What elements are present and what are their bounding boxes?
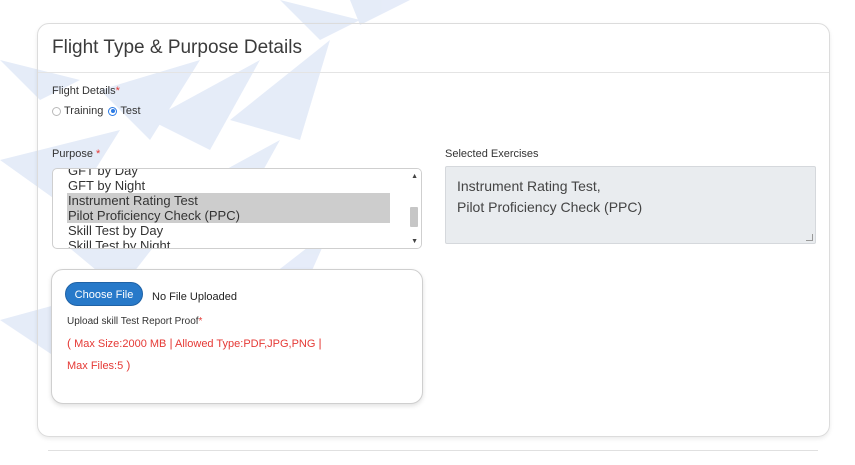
training-radio-label[interactable]: Training bbox=[64, 105, 103, 117]
max-files-text: Max Files:5 bbox=[67, 360, 124, 372]
listbox-scrollbar[interactable]: ▲ ▼ bbox=[407, 169, 421, 248]
required-mark: * bbox=[96, 148, 101, 160]
flight-type-purpose-card: Flight Type & Purpose Details Flight Det… bbox=[37, 23, 830, 437]
scroll-down-arrow-icon[interactable]: ▼ bbox=[411, 238, 418, 245]
purpose-option-skill-night[interactable]: Skill Test by Night bbox=[68, 238, 170, 248]
scroll-up-arrow-icon[interactable]: ▲ bbox=[411, 173, 418, 180]
test-radio-label[interactable]: Test bbox=[120, 105, 140, 117]
purpose-option-instrument-rating[interactable]: Instrument Rating Test bbox=[67, 193, 390, 208]
selected-exercise-line: Pilot Proficiency Check (PPC) bbox=[457, 199, 643, 215]
selected-exercise-line: Instrument Rating Test, bbox=[457, 178, 601, 194]
required-mark: * bbox=[198, 316, 203, 327]
section-divider bbox=[48, 450, 818, 451]
purpose-option-gft-night[interactable]: GFT by Night bbox=[68, 178, 145, 193]
resize-handle-icon[interactable] bbox=[806, 234, 813, 241]
page-title: Flight Type & Purpose Details bbox=[52, 37, 302, 58]
max-size-text: Max Size:2000 MB bbox=[74, 338, 167, 350]
selected-exercises-label: Selected Exercises bbox=[445, 148, 539, 160]
purpose-label: Purpose * bbox=[52, 148, 101, 160]
test-radio[interactable] bbox=[108, 106, 118, 116]
flight-details-label: Flight Details* bbox=[52, 85, 120, 97]
upload-proof-label: Upload skill Test Report Proof* bbox=[67, 316, 203, 327]
choose-file-button[interactable]: Choose File bbox=[65, 282, 143, 306]
scroll-thumb[interactable] bbox=[410, 207, 418, 227]
allowed-type-text: Allowed Type:PDF,JPG,PNG bbox=[175, 338, 316, 350]
file-upload-panel: Choose File No File Uploaded Upload skil… bbox=[51, 269, 423, 404]
purpose-option-gft-day[interactable]: GFT by Day bbox=[68, 169, 138, 178]
flight-details-radio-group: Training Test bbox=[52, 105, 146, 117]
card-header: Flight Type & Purpose Details bbox=[38, 24, 829, 73]
purpose-option-ppc[interactable]: Pilot Proficiency Check (PPC) bbox=[67, 208, 390, 223]
file-status: No File Uploaded bbox=[152, 291, 237, 303]
training-radio[interactable] bbox=[52, 106, 61, 116]
upload-constraints-line1: ( Max Size:2000 MB | Allowed Type:PDF,JP… bbox=[67, 336, 322, 350]
upload-constraints-line2: Max Files:5 ) bbox=[67, 358, 131, 372]
required-mark: * bbox=[115, 85, 120, 97]
purpose-option-skill-day[interactable]: Skill Test by Day bbox=[68, 223, 163, 238]
purpose-multiselect[interactable]: GFT by Day GFT by Night Instrument Ratin… bbox=[52, 168, 422, 249]
selected-exercises-textarea: Instrument Rating Test, Pilot Proficienc… bbox=[445, 166, 816, 244]
